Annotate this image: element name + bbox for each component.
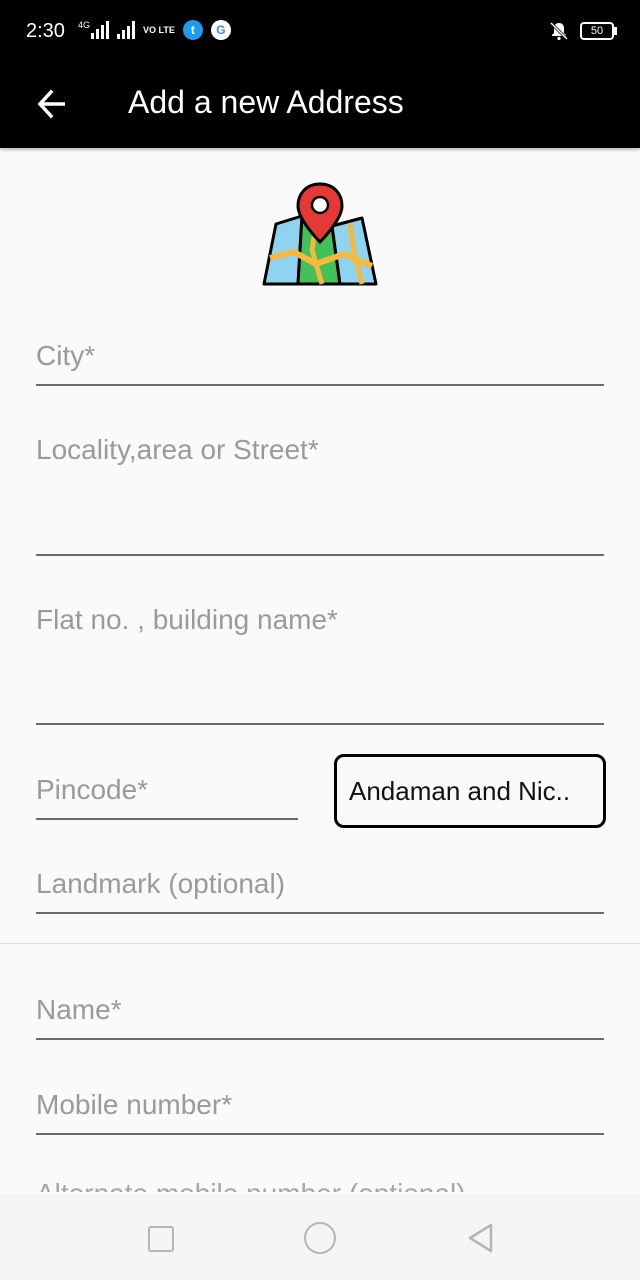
volte-label: VO LTE [143,24,175,35]
pincode-field[interactable] [36,774,298,820]
city-field[interactable] [36,340,604,386]
pincode-input[interactable] [36,774,298,806]
signal-icon: 4G [78,20,110,39]
page-title: Add a new Address [128,84,404,120]
recent-apps-icon[interactable] [148,1226,174,1252]
twitter-icon: t [182,20,203,40]
landmark-input[interactable] [36,868,604,900]
section-divider [0,943,640,944]
status-bar: 2:30 4G VO LTE t G 50 [0,0,640,62]
signal-icon [117,21,136,39]
home-icon[interactable] [304,1222,336,1254]
name-input[interactable] [36,994,604,1026]
flat-input[interactable] [36,604,604,636]
mute-icon [549,21,569,41]
alternate-mobile-field[interactable]: Alternate mobile number (optional) [36,1180,466,1192]
status-icons-right: 50 [548,20,617,42]
mobile-input[interactable] [36,1089,604,1121]
back-button[interactable] [30,82,74,126]
state-dropdown-value: Andaman and Nic.. [349,775,571,806]
network-label: 4G [78,20,91,30]
battery-icon: 50 [580,22,617,40]
landmark-field[interactable] [36,868,604,914]
name-field[interactable] [36,994,604,1040]
city-input[interactable] [36,340,604,372]
google-icon: G [210,20,231,40]
flat-field[interactable] [36,604,604,725]
mobile-field[interactable] [36,1089,604,1135]
locality-field[interactable] [36,434,604,556]
status-time: 2:30 [26,20,65,42]
state-dropdown[interactable]: Andaman and Nic.. [334,754,606,828]
map-pin-icon [258,180,382,292]
locality-input[interactable] [36,434,604,466]
status-icons-left: 4G VO LTE t G [78,20,231,40]
arrow-left-icon [37,89,65,119]
app-bar: Add a new Address [0,62,640,148]
back-triangle-icon[interactable] [466,1222,494,1254]
system-nav-bar [0,1194,640,1280]
